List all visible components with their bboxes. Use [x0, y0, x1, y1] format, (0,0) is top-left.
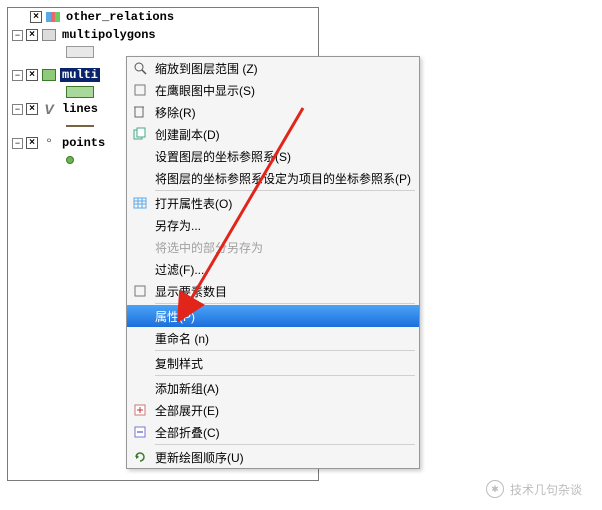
menu-remove[interactable]: 移除(R)	[127, 101, 419, 123]
menu-show-in-overview[interactable]: 在鹰眼图中显示(S)	[127, 79, 419, 101]
layer-label: other_relations	[64, 10, 176, 24]
remove-icon	[131, 103, 149, 121]
polygon-layer-icon	[41, 27, 57, 43]
layer-item-other-relations[interactable]: × other_relations	[8, 8, 318, 26]
menu-label: 另存为...	[155, 217, 419, 234]
menu-label: 复制样式	[155, 355, 419, 372]
blank-icon	[131, 169, 149, 187]
menu-label: 重命名 (n)	[155, 330, 419, 347]
menu-label: 显示要素数目	[155, 283, 419, 300]
polygon-layer-icon	[41, 67, 57, 83]
collapse-icon[interactable]: −	[12, 138, 23, 149]
table-icon	[131, 194, 149, 212]
menu-label: 移除(R)	[155, 104, 419, 121]
checkbox-icon[interactable]: ×	[26, 103, 38, 115]
blank-icon	[131, 379, 149, 397]
menu-label: 添加新组(A)	[155, 380, 419, 397]
menu-save-as[interactable]: 另存为...	[127, 214, 419, 236]
wechat-icon: ✱	[486, 480, 504, 498]
menu-separator	[155, 444, 415, 445]
watermark-text: 技术几句杂谈	[510, 481, 582, 498]
menu-separator	[155, 375, 415, 376]
menu-set-project-crs[interactable]: 将图层的坐标参照系设定为项目的坐标参照系(P)	[127, 167, 419, 189]
menu-expand-all[interactable]: 全部展开(E)	[127, 399, 419, 421]
layer-context-menu: 缩放到图层范围 (Z) 在鹰眼图中显示(S) 移除(R) 创建副本(D) 设置图…	[126, 56, 420, 469]
layer-label: multipolygons	[60, 28, 158, 42]
menu-save-selection-as: 将选中的部分另存为	[127, 236, 419, 258]
menu-label: 全部折叠(C)	[155, 424, 419, 441]
menu-duplicate[interactable]: 创建副本(D)	[127, 123, 419, 145]
menu-label: 在鹰眼图中显示(S)	[155, 82, 419, 99]
menu-filter[interactable]: 过滤(F)...	[127, 258, 419, 280]
blank-icon	[131, 147, 149, 165]
menu-label: 全部展开(E)	[155, 402, 419, 419]
menu-open-attribute-table[interactable]: 打开属性表(O)	[127, 192, 419, 214]
menu-label: 更新绘图顺序(U)	[155, 449, 419, 466]
collapse-icon[interactable]: −	[12, 104, 23, 115]
checkbox-empty-icon	[131, 282, 149, 300]
zoom-icon	[131, 59, 149, 77]
layer-item-multipolygons[interactable]: − × multipolygons	[8, 26, 318, 44]
collapse-icon[interactable]: −	[12, 70, 23, 81]
checkbox-icon[interactable]: ×	[30, 11, 42, 23]
layer-label: points	[60, 136, 107, 150]
layer-label: multi	[60, 68, 100, 82]
menu-separator	[155, 190, 415, 191]
menu-label: 缩放到图层范围 (Z)	[155, 60, 419, 77]
line-layer-icon: V	[41, 101, 57, 117]
menu-add-group[interactable]: 添加新组(A)	[127, 377, 419, 399]
checkbox-icon[interactable]: ×	[26, 29, 38, 41]
blank-icon	[131, 260, 149, 278]
menu-collapse-all[interactable]: 全部折叠(C)	[127, 421, 419, 443]
menu-properties[interactable]: 属性(P)	[127, 305, 419, 327]
layer-label: lines	[60, 102, 100, 116]
menu-label: 属性(P)	[155, 308, 419, 325]
menu-update-drawing-order[interactable]: 更新绘图顺序(U)	[127, 446, 419, 468]
menu-copy-style[interactable]: 复制样式	[127, 352, 419, 374]
menu-rename[interactable]: 重命名 (n)	[127, 327, 419, 349]
refresh-icon	[131, 448, 149, 466]
menu-label: 将选中的部分另存为	[155, 239, 419, 256]
menu-set-layer-crs[interactable]: 设置图层的坐标参照系(S)	[127, 145, 419, 167]
layer-icon	[45, 9, 61, 25]
checkbox-icon[interactable]: ×	[26, 137, 38, 149]
blank-icon	[131, 307, 149, 325]
collapse-icon[interactable]: −	[12, 30, 23, 41]
menu-label: 打开属性表(O)	[155, 195, 419, 212]
blank-icon	[131, 238, 149, 256]
menu-separator	[155, 350, 415, 351]
menu-zoom-to-layer[interactable]: 缩放到图层范围 (Z)	[127, 57, 419, 79]
checkbox-icon[interactable]: ×	[26, 69, 38, 81]
blank-icon	[131, 329, 149, 347]
expand-icon	[131, 401, 149, 419]
menu-label: 将图层的坐标参照系设定为项目的坐标参照系(P)	[155, 170, 419, 187]
collapse-icon	[131, 423, 149, 441]
menu-label: 创建副本(D)	[155, 126, 419, 143]
watermark: ✱ 技术几句杂谈	[486, 480, 582, 498]
menu-show-feature-count[interactable]: 显示要素数目	[127, 280, 419, 302]
menu-label: 设置图层的坐标参照系(S)	[155, 148, 419, 165]
menu-separator	[155, 303, 415, 304]
blank-icon	[131, 354, 149, 372]
point-layer-icon: °	[41, 135, 57, 151]
menu-label: 过滤(F)...	[155, 261, 419, 278]
duplicate-icon	[131, 125, 149, 143]
blank-icon	[131, 216, 149, 234]
checkbox-empty-icon	[131, 81, 149, 99]
